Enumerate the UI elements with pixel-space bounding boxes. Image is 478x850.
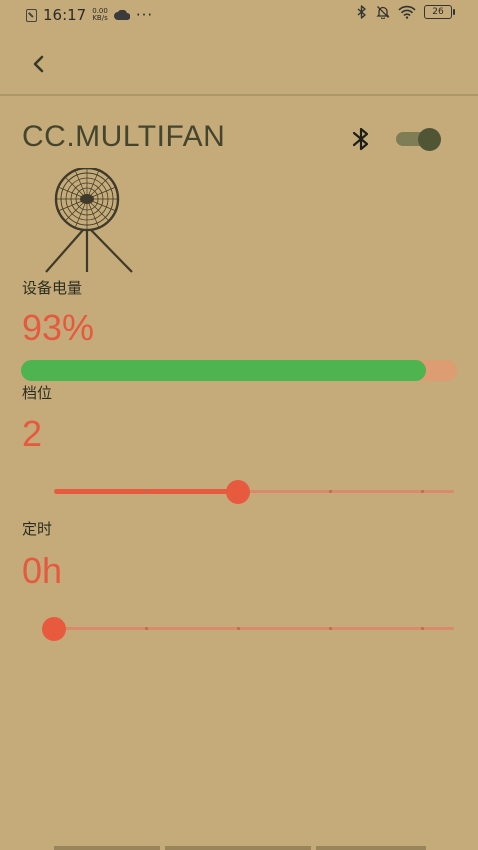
network-speed: 0.00 KB/s [92,8,108,22]
slider-track [54,627,454,630]
battery-label: 设备电量 [22,279,83,297]
device-name: CC.MULTIFAN [22,120,226,153]
timer-label: 定时 [22,520,53,538]
slider-tick [237,627,240,630]
slider-tick [329,627,332,630]
gear-value: 2 [22,413,43,454]
timer-value: 0h [22,550,63,591]
slider-tick [145,627,148,630]
status-bar: 16:17 0.00 KB/s ··· 26 [0,0,478,32]
more-notifications-icon: ··· [135,6,154,24]
slider-tick [329,490,332,493]
timer-slider[interactable] [42,614,454,644]
header-divider [0,94,478,96]
battery-progress-fill [21,360,427,381]
slider-tick [421,490,424,493]
toggle-knob [418,128,441,151]
network-speed-unit: KB/s [92,14,108,22]
sim-card-icon [26,8,37,22]
battery-status-icon: 26 [424,5,455,19]
status-time: 16:17 [43,6,87,24]
fan-image [45,168,133,273]
status-bar-right: 26 [356,5,455,19]
slider-thumb[interactable] [226,480,250,504]
battery-progress-bar [21,360,457,381]
slider-tick [145,490,148,493]
slider-thumb[interactable] [42,617,66,641]
gear-slider[interactable] [54,477,454,507]
bluetooth-status-icon [357,5,366,19]
notifications-muted-icon [376,6,390,19]
battery-value: 93% [22,307,95,348]
wifi-icon [398,5,416,19]
bottom-edge-item [165,846,311,850]
bluetooth-toggle[interactable] [396,128,442,151]
bluetooth-icon [352,127,369,151]
slider-tick [421,627,424,630]
back-button[interactable] [22,48,54,80]
weather-cloud-icon [113,10,130,20]
bottom-edge-item [316,846,426,850]
gear-label: 档位 [22,384,53,402]
bottom-edge-item [54,846,160,850]
status-bar-left: 16:17 0.00 KB/s ··· [26,6,153,24]
